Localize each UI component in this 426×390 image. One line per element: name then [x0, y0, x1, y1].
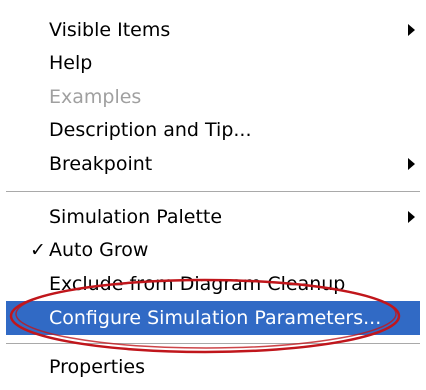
checkmark-icon: ✓	[30, 239, 46, 261]
context-menu: Visible Items Help Examples Description …	[0, 0, 426, 390]
submenu-arrow-icon	[408, 211, 415, 223]
menu-separator	[6, 191, 420, 193]
menu-item-exclude-from-diagram-cleanup[interactable]: Exclude from Diagram Cleanup	[6, 267, 420, 301]
menu-item-help[interactable]: Help	[6, 46, 420, 80]
menu-item-description-and-tip[interactable]: Description and Tip...	[6, 113, 420, 147]
menu-item-auto-grow[interactable]: ✓ Auto Grow	[6, 233, 420, 267]
menu-item-label: Breakpoint	[49, 153, 153, 175]
menu-item-label: Auto Grow	[49, 239, 149, 261]
menu-item-examples: Examples	[6, 80, 420, 114]
menu-item-visible-items[interactable]: Visible Items	[6, 13, 420, 47]
menu-item-breakpoint[interactable]: Breakpoint	[6, 147, 420, 181]
menu-item-label: Exclude from Diagram Cleanup	[49, 273, 346, 295]
submenu-arrow-icon	[408, 24, 415, 36]
menu-item-configure-simulation-parameters[interactable]: Configure Simulation Parameters...	[6, 301, 420, 335]
menu-item-label: Examples	[49, 86, 142, 108]
menu-item-label: Configure Simulation Parameters...	[49, 307, 382, 329]
menu-item-label: Properties	[49, 356, 146, 378]
menu-item-label: Help	[49, 52, 93, 74]
menu-item-simulation-palette[interactable]: Simulation Palette	[6, 200, 420, 234]
menu-item-properties[interactable]: Properties	[6, 350, 420, 384]
menu-item-label: Description and Tip...	[49, 119, 252, 141]
menu-item-label: Visible Items	[49, 19, 171, 41]
menu-separator	[6, 343, 420, 345]
menu-item-label: Simulation Palette	[49, 206, 223, 228]
submenu-arrow-icon	[408, 158, 415, 170]
